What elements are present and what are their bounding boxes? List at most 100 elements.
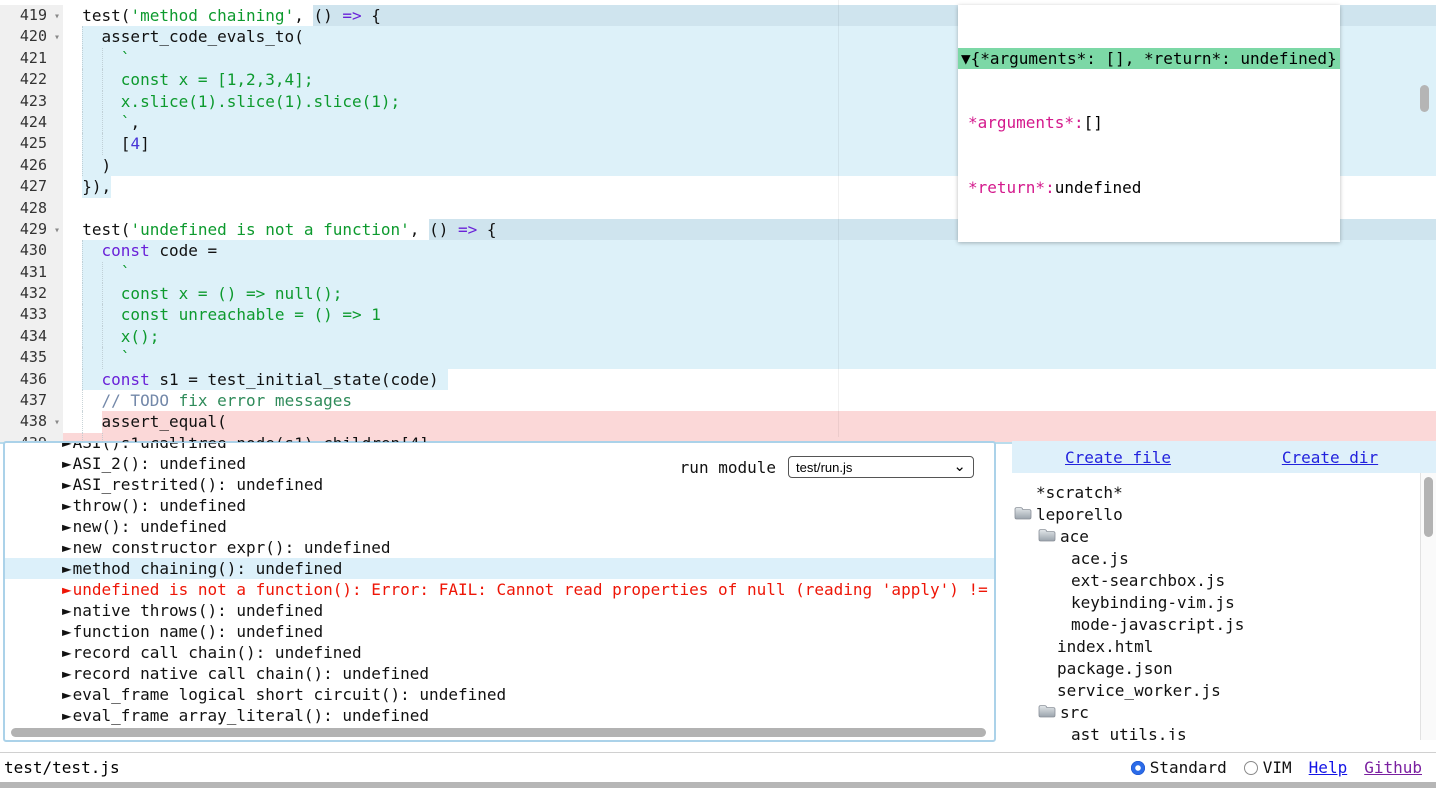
code-token: { — [477, 220, 496, 239]
inspector-row[interactable]: *arguments*: [] — [958, 112, 1340, 134]
test-result-row[interactable]: ►function name(): undefined — [5, 621, 994, 642]
tree-file-row[interactable]: ast_utils.js — [1012, 724, 1421, 740]
editor-line[interactable]: 435 ` — [0, 347, 1436, 368]
test-result-label: function name(): undefined — [73, 622, 323, 641]
inspector-row[interactable]: *return*: undefined — [958, 177, 1340, 199]
test-result-row[interactable]: ►method chaining(): undefined — [5, 558, 994, 579]
line-number: 434 — [20, 327, 47, 345]
code-token: const x = [1,2,3,4]; — [63, 70, 313, 89]
expand-arrow-icon[interactable]: ► — [62, 664, 72, 683]
tree-dir-row[interactable]: ace — [1012, 526, 1421, 548]
expand-arrow-icon[interactable]: ► — [62, 580, 72, 599]
fold-marker-icon[interactable]: ▾ — [54, 6, 60, 27]
editor-line[interactable]: 432 const x = () => null(); — [0, 283, 1436, 304]
expand-arrow-icon[interactable]: ► — [62, 622, 72, 641]
code-token: assert_code_evals_to( — [63, 27, 304, 46]
keybinding-option-vim[interactable]: VIM — [1244, 758, 1292, 777]
horizontal-scrollbar-thumb[interactable] — [11, 728, 986, 737]
code-token: const unreachable = () => 1 — [63, 305, 381, 324]
line-number-gutter: 424 — [0, 112, 63, 133]
radio-standard-icon[interactable] — [1131, 761, 1145, 775]
code-line[interactable]: // TODO fix error messages — [63, 390, 1436, 411]
code-token: // TODO — [102, 391, 169, 410]
code-line[interactable]: ` — [63, 347, 1436, 368]
test-result-row[interactable]: ►ASI(): undefined — [5, 441, 994, 453]
horizontal-scrollbar[interactable] — [7, 726, 992, 739]
help-link[interactable]: Help — [1309, 758, 1348, 777]
expand-arrow-icon[interactable]: ► — [62, 643, 72, 662]
status-bar-right: Standard VIM Help Github — [1131, 758, 1422, 777]
tree-dir-row[interactable]: src — [1012, 702, 1421, 724]
expand-arrow-icon[interactable]: ► — [62, 685, 72, 704]
tree-file-row[interactable]: ace.js — [1012, 548, 1421, 570]
create-file-link[interactable]: Create file — [1012, 448, 1224, 467]
editor-line[interactable]: 434 x(); — [0, 326, 1436, 347]
tree-file-row[interactable]: service_worker.js — [1012, 680, 1421, 702]
fold-marker-icon[interactable]: ▾ — [54, 220, 60, 241]
expand-arrow-icon[interactable]: ► — [62, 706, 72, 725]
code-editor[interactable]: 419▾ test('method chaining', () => {420▾… — [0, 0, 1436, 444]
code-line[interactable]: const unreachable = () => 1 — [63, 304, 1436, 325]
test-result-row[interactable]: ►new(): undefined — [5, 516, 994, 537]
tree-file-row[interactable]: index.html — [1012, 636, 1421, 658]
tree-file-row[interactable]: *scratch* — [1012, 482, 1421, 504]
radio-vim-label: VIM — [1263, 758, 1292, 777]
test-result-row[interactable]: ►throw(): undefined — [5, 495, 994, 516]
tree-file-row[interactable]: package.json — [1012, 658, 1421, 680]
github-link[interactable]: Github — [1364, 758, 1422, 777]
line-number: 419 — [20, 6, 47, 24]
run-module-select[interactable]: test/run.js ⌄ — [788, 456, 974, 478]
tree-file-row[interactable]: keybinding-vim.js — [1012, 592, 1421, 614]
test-result-row[interactable]: ►record call chain(): undefined — [5, 642, 994, 663]
keybinding-option-standard[interactable]: Standard — [1131, 758, 1227, 777]
editor-line[interactable]: 431 ` — [0, 262, 1436, 283]
tree-file-row[interactable]: mode-javascript.js — [1012, 614, 1421, 636]
tree-dir-row[interactable]: leporello — [1012, 504, 1421, 526]
expand-arrow-icon[interactable]: ► — [62, 601, 72, 620]
expand-arrow-icon[interactable]: ► — [62, 517, 72, 536]
expand-arrow-icon[interactable]: ► — [62, 538, 72, 557]
code-line[interactable]: assert_equal( — [63, 411, 1436, 432]
editor-scrollbar-thumb[interactable] — [1420, 85, 1429, 112]
editor-line[interactable]: 436 const s1 = test_initial_state(code) — [0, 369, 1436, 390]
dir-name: leporello — [1036, 504, 1123, 526]
file-name: ast_utils.js — [1071, 724, 1187, 740]
file-tree-scrollbar[interactable] — [1420, 473, 1436, 740]
code-token: , () — [410, 220, 458, 239]
expand-arrow-icon[interactable]: ► — [62, 441, 72, 452]
test-result-row[interactable]: ►eval_frame logical short circuit(): und… — [5, 684, 994, 705]
create-dir-link[interactable]: Create dir — [1224, 448, 1436, 467]
test-result-row[interactable]: ►undefined is not a function(): Error: F… — [5, 579, 994, 600]
file-name: mode-javascript.js — [1071, 614, 1244, 636]
tree-file-row[interactable]: ext-searchbox.js — [1012, 570, 1421, 592]
code-line[interactable]: const x = () => null(); — [63, 283, 1436, 304]
fold-marker-icon[interactable]: ▾ — [54, 412, 60, 433]
inspector-header[interactable]: ▼{*arguments*: [], *return*: undefined} — [958, 48, 1340, 69]
expand-arrow-icon[interactable]: ► — [62, 496, 72, 515]
radio-vim-icon[interactable] — [1244, 761, 1258, 775]
fold-marker-icon[interactable]: ▾ — [54, 27, 60, 48]
code-text: }), — [63, 177, 111, 196]
test-result-row[interactable]: ►record native call chain(): undefined — [5, 663, 994, 684]
code-line[interactable]: const code = — [63, 240, 1436, 261]
editor-line[interactable]: 438▾ assert_equal( — [0, 411, 1436, 432]
editor-line[interactable]: 430 const code = — [0, 240, 1436, 261]
radio-standard-label: Standard — [1150, 758, 1227, 777]
expand-arrow-icon[interactable]: ► — [62, 559, 72, 578]
editor-line[interactable]: 433 const unreachable = () => 1 — [0, 304, 1436, 325]
line-number-gutter: 431 — [0, 262, 63, 283]
line-number: 421 — [20, 49, 47, 67]
file-tree-scrollbar-thumb[interactable] — [1424, 477, 1433, 537]
expand-arrow-icon[interactable]: ► — [62, 475, 72, 494]
code-token: x(); — [63, 327, 159, 346]
code-token: }), — [63, 177, 111, 196]
code-line[interactable]: const s1 = test_initial_state(code) — [63, 369, 1436, 390]
editor-line[interactable]: 437 // TODO fix error messages — [0, 390, 1436, 411]
line-number-gutter: 430 — [0, 240, 63, 261]
test-result-row[interactable]: ►eval_frame array_literal(): undefined — [5, 705, 994, 726]
code-line[interactable]: ` — [63, 262, 1436, 283]
code-line[interactable]: x(); — [63, 326, 1436, 347]
test-result-row[interactable]: ►native throws(): undefined — [5, 600, 994, 621]
test-result-row[interactable]: ►new constructor expr(): undefined — [5, 537, 994, 558]
expand-arrow-icon[interactable]: ► — [62, 454, 72, 473]
